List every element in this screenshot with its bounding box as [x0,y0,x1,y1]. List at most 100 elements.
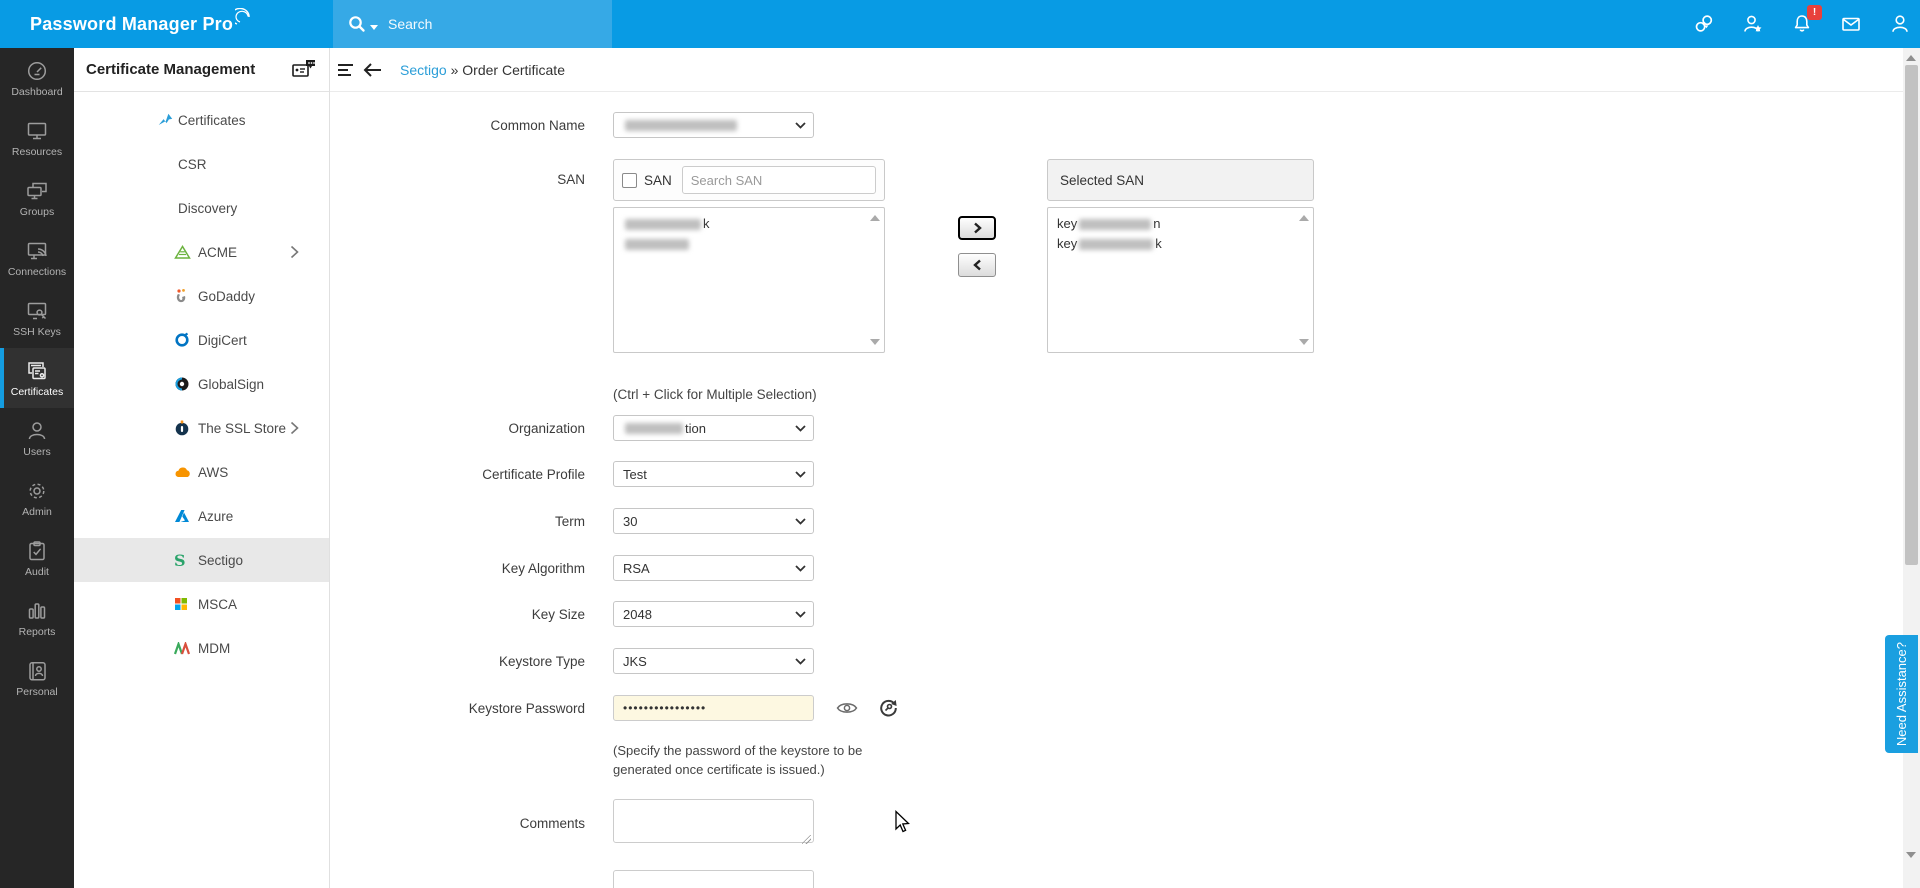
rail-item-personal[interactable]: Personal [0,648,74,708]
key-size-select[interactable]: 2048 [613,601,814,627]
scroll-down-icon[interactable] [870,339,880,345]
monitors-icon [27,182,47,199]
keystore-type-select[interactable]: JKS [613,648,814,674]
redacted-value [625,119,737,131]
menu-item-sectigo[interactable]: S Sectigo [74,538,329,582]
rail-item-ssh-keys[interactable]: SSH Keys [0,288,74,348]
san-listbox[interactable]: k [613,207,885,353]
address-book-icon [29,661,46,681]
move-right-button[interactable] [958,216,996,240]
organization-select[interactable]: tion [613,415,814,441]
rail-item-groups[interactable]: Groups [0,168,74,228]
user-icon[interactable] [1888,12,1912,36]
menu-item-aws[interactable]: AWS [74,450,329,494]
azure-logo [174,508,192,524]
rail-item-dashboard[interactable]: Dashboard [0,48,74,108]
user-star-icon[interactable] [1741,12,1765,36]
rail-item-connections[interactable]: Connections [0,228,74,288]
menu-item-msca[interactable]: MSCA [74,582,329,626]
search-scope-caret-icon[interactable] [370,24,378,30]
menu-item-mdm[interactable]: MDM [74,626,329,670]
move-left-button[interactable] [958,253,996,277]
menu-item-globalsign[interactable]: GlobalSign [74,362,329,406]
menu-item-csr[interactable]: CSR [74,142,329,186]
selected-san-option[interactable]: key k [1057,234,1293,254]
main-content: Sectigo » Order Certificate Common Name … [330,48,1903,888]
scroll-down-icon[interactable] [1906,852,1916,858]
common-name-row: Common Name [330,112,1903,138]
godaddy-logo [174,288,192,304]
menu-item-certificates[interactable]: Certificates [74,98,329,142]
link-icon[interactable] [1692,12,1716,36]
certificate-management-menu: Certificate Management Certificates CSR … [74,48,330,888]
certificate-profile-select[interactable]: Test [613,461,814,487]
comments-wrap [613,798,814,848]
chevron-down-icon [795,565,806,572]
keystore-password-row: Keystore Password [330,695,1903,721]
menu-item-godaddy[interactable]: GoDaddy [74,274,329,318]
common-name-select[interactable] [613,112,814,138]
keystore-type-label: Keystore Type [498,653,585,669]
next-field-partial[interactable] [613,869,814,888]
person-icon [28,421,46,439]
bar-chart-icon [28,602,46,619]
page-scrollbar[interactable] [1903,48,1920,888]
menu-item-discovery[interactable]: Discovery [74,186,329,230]
scroll-up-icon[interactable] [1906,55,1916,61]
scroll-up-icon[interactable] [870,215,880,221]
back-arrow-icon[interactable] [362,62,382,78]
breadcrumb-current: Order Certificate [462,61,565,78]
mail-icon[interactable] [1839,12,1863,36]
keystore-password-input[interactable] [613,695,814,721]
menu-item-acme[interactable]: ACME [74,230,329,274]
bell-icon[interactable]: ! [1790,5,1822,36]
search-input[interactable] [388,16,588,32]
scrollbar-thumb[interactable] [1905,65,1918,565]
mdm-logo [174,640,192,656]
menu-toggle-icon[interactable] [338,61,354,79]
term-select[interactable]: 30 [613,508,814,534]
need-assistance-tab[interactable]: Need Assistance? [1885,635,1918,753]
san-option[interactable] [623,234,864,254]
san-transfer-buttons [958,216,996,277]
scroll-up-icon[interactable] [1299,215,1309,221]
comments-textarea[interactable] [613,798,814,843]
key-algorithm-label: Key Algorithm [501,560,585,576]
pin-icon [158,113,173,126]
rail-item-resources[interactable]: Resources [0,108,74,168]
certificate-chat-icon[interactable] [291,59,317,81]
menu-item-digicert[interactable]: DigiCert [74,318,329,362]
sectigo-logo: S [174,550,186,570]
notification-badge: ! [1807,5,1822,20]
regenerate-password-icon[interactable] [878,698,898,718]
menu-item-azure[interactable]: Azure [74,494,329,538]
rail-item-users[interactable]: Users [0,408,74,468]
breadcrumb-link-sectigo[interactable]: Sectigo [400,62,447,78]
rail-item-admin[interactable]: Admin [0,468,74,528]
chevron-down-icon [795,611,806,618]
term-label: Term [555,513,585,529]
key-algorithm-select[interactable]: RSA [613,555,814,581]
comments-row: Comments [330,798,1903,848]
san-option[interactable]: k [623,214,864,234]
acme-logo [174,244,192,260]
rail-item-certificates[interactable]: Certificates [0,348,74,408]
eye-icon[interactable] [836,700,858,716]
rail-item-audit[interactable]: Audit [0,528,74,588]
sslstore-logo [174,420,192,436]
chevron-down-icon [795,122,806,129]
chevron-down-icon [795,658,806,665]
san-checkbox-label: SAN [644,172,672,188]
global-search[interactable] [333,0,612,48]
san-checkbox[interactable] [622,172,637,188]
san-search-input[interactable] [681,166,876,194]
breadcrumb-bar: Sectigo » Order Certificate [330,48,1903,92]
selected-san-listbox[interactable]: key n key k [1047,207,1314,353]
chevron-right-icon [290,421,299,435]
selected-san-option[interactable]: key n [1057,214,1293,234]
menu-item-ssl-store[interactable]: The SSL Store [74,406,329,450]
scroll-down-icon[interactable] [1299,339,1309,345]
rail-item-reports[interactable]: Reports [0,588,74,648]
certificate-profile-row: Certificate Profile Test [330,461,1903,487]
aws-logo [174,464,192,480]
